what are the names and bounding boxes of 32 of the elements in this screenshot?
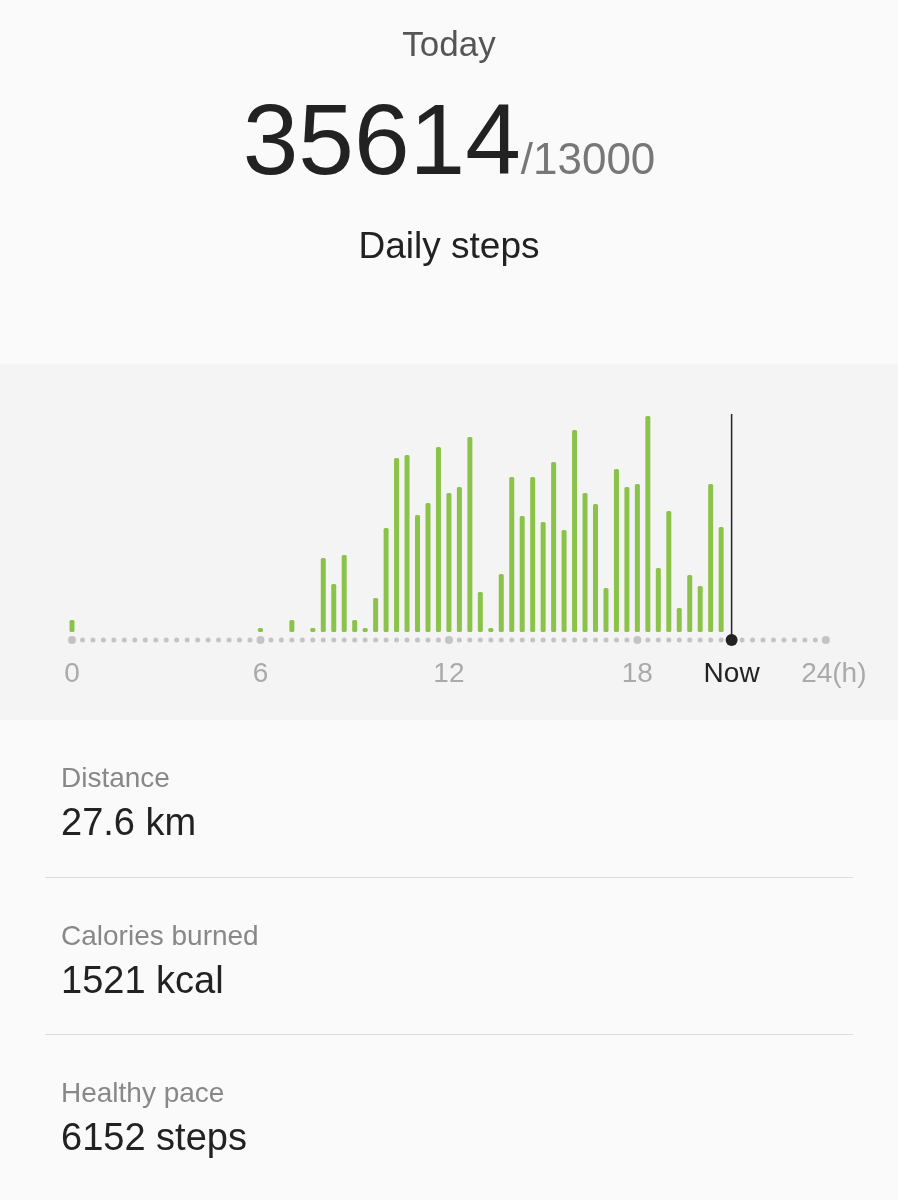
axis-label: 6 [252,657,269,688]
step-bar [697,586,703,632]
step-bar [603,588,609,632]
axis-label: 12 [433,657,465,688]
step-bar [362,628,368,632]
step-bar [289,620,295,632]
stat-value: 1521 kcal [61,957,225,1003]
stat-label: Healthy pace [61,1076,226,1110]
stat-value: 27.6 km [61,800,198,845]
step-bar [257,628,263,632]
step-bar [498,574,504,632]
step-bar [310,628,316,632]
step-bar [676,608,682,632]
step-bar [352,620,358,632]
step-bar [69,620,75,632]
axis-label: 0 [64,657,80,688]
step-goal: /13000 [520,132,656,185]
stat-label: Distance [61,761,171,795]
axis-label: 18 [621,657,653,688]
stat-label: Calories burned [61,918,260,953]
header-title: Today [402,23,496,65]
step-count: 35614 [242,88,521,189]
axis-label: 24(h) [801,657,867,688]
step-bar [373,598,379,632]
stat-value: 6152 steps [61,1115,248,1160]
chart-caption: Daily steps [358,223,540,268]
step-bar [687,575,693,632]
step-bar [331,584,337,632]
step-bar [477,592,483,632]
step-bar [488,628,494,632]
axis-label: Now [703,657,760,688]
step-bar [655,568,661,632]
